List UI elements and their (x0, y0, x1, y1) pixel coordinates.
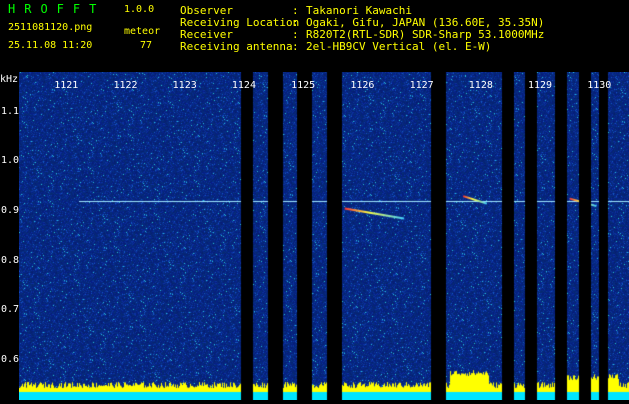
y-tick-label: 1.1 (1, 105, 20, 117)
x-tick-label: 1127 (409, 80, 434, 91)
spectrogram-canvas (19, 72, 629, 400)
y-tick-label: 0.6 (1, 354, 20, 366)
meteor-count: 77 (140, 40, 153, 51)
x-tick-label: 1130 (587, 80, 612, 91)
x-tick-label: 1129 (528, 80, 553, 91)
x-tick-label: 1128 (468, 80, 493, 91)
spectrogram (19, 72, 629, 400)
y-axis-unit: kHz (0, 74, 19, 85)
x-tick-label: 1125 (291, 80, 316, 91)
info-colon: : (292, 40, 299, 53)
meteor-label: meteor (124, 26, 161, 37)
x-tick-label: 1124 (231, 80, 256, 91)
file-name: 2511081120.png (8, 22, 93, 33)
x-tick-label: 1121 (54, 80, 79, 91)
y-tick-label: 0.8 (1, 254, 20, 266)
app-title: HROFFT (8, 2, 106, 16)
y-tick-label: 0.9 (1, 205, 20, 217)
x-tick-label: 1123 (172, 80, 197, 91)
info-value-antenna: 2el-HB9CV Vertical (el. E-W) (306, 40, 492, 53)
x-tick-label: 1122 (113, 80, 138, 91)
info-key-antenna: Receiving antenna (180, 40, 293, 53)
x-tick-label: 1126 (350, 80, 375, 91)
app-version: 1.0.0 (124, 4, 155, 15)
y-tick-label: 0.7 (1, 304, 20, 316)
datetime: 25.11.08 11:20 (8, 40, 93, 51)
y-tick-label: 1.0 (1, 155, 20, 167)
